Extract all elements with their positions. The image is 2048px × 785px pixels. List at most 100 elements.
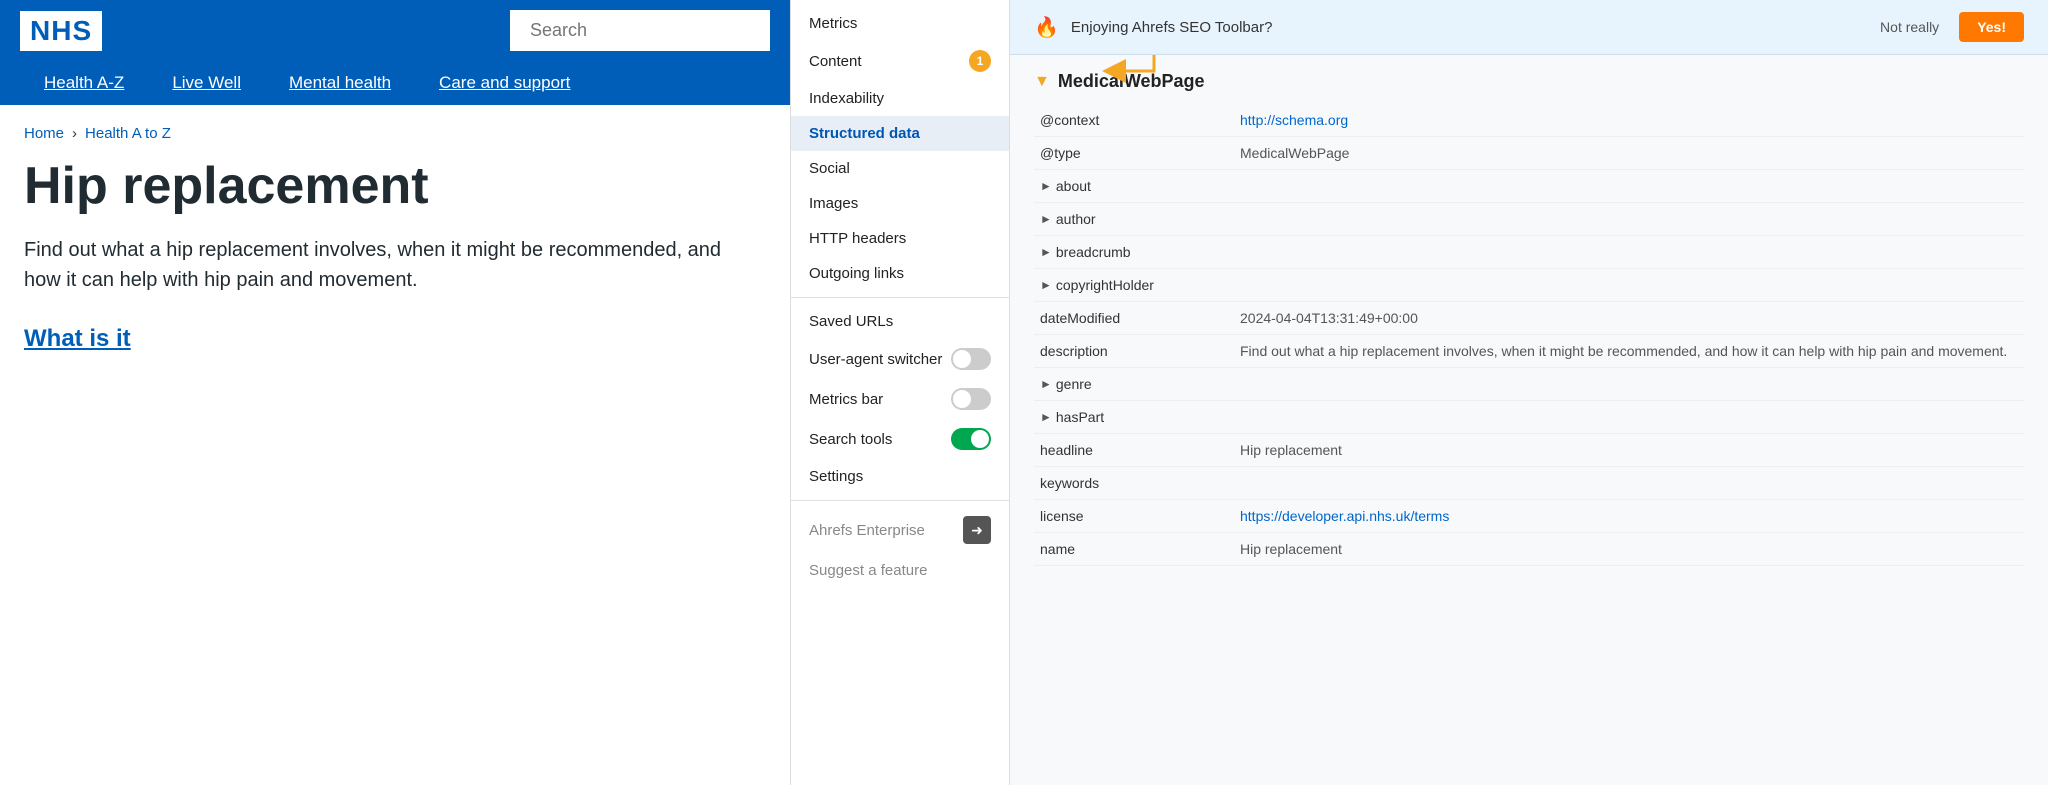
schema-value-genre	[1234, 368, 2024, 401]
copyright-expand-arrow[interactable]: ►	[1040, 278, 1052, 292]
schema-key-genre: ► genre	[1034, 368, 1234, 401]
search-tools-toggle[interactable]	[951, 428, 991, 450]
schema-value-haspart	[1234, 401, 2024, 434]
user-agent-label: User-agent switcher	[809, 351, 942, 368]
metrics-bar-label: Metrics bar	[809, 391, 883, 408]
what-is-it-link[interactable]: What is it	[24, 325, 131, 352]
menu-user-agent-switcher[interactable]: User-agent switcher	[791, 339, 1009, 379]
enterprise-icon: ➜	[963, 516, 991, 544]
schema-row-genre: ► genre	[1034, 368, 2024, 401]
schema-key-description: description	[1034, 335, 1234, 368]
menu-saved-urls[interactable]: Saved URLs	[791, 304, 1009, 339]
breadcrumb-separator: ›	[72, 125, 77, 142]
about-expand-arrow[interactable]: ►	[1040, 179, 1052, 193]
author-expand-arrow[interactable]: ►	[1040, 212, 1052, 226]
menu-label-outgoing-links: Outgoing links	[809, 265, 904, 282]
schema-row-haspart: ► hasPart	[1034, 401, 2024, 434]
menu-item-indexability[interactable]: Indexability	[791, 81, 1009, 116]
menu-enterprise[interactable]: Ahrefs Enterprise ➜	[791, 507, 1009, 553]
haspart-expand-arrow[interactable]: ►	[1040, 410, 1052, 424]
schema-row-name: name Hip replacement	[1034, 533, 2024, 566]
nhs-header: NHS	[0, 0, 790, 61]
menu-divider-2	[791, 500, 1009, 501]
author-key-label: author	[1056, 211, 1096, 227]
menu-suggest[interactable]: Suggest a feature	[791, 553, 1009, 588]
copyright-key-label: copyrightHolder	[1056, 277, 1154, 293]
schema-collapse-arrow[interactable]: ▼	[1034, 73, 1050, 91]
schema-key-haspart: ► hasPart	[1034, 401, 1234, 434]
enterprise-label: Ahrefs Enterprise	[809, 522, 925, 539]
genre-expand-arrow[interactable]: ►	[1040, 377, 1052, 391]
breadcrumb-expand-arrow[interactable]: ►	[1040, 245, 1052, 259]
nhs-panel: NHS Health A-Z Live Well Mental health C…	[0, 0, 790, 785]
search-tools-label: Search tools	[809, 431, 892, 448]
schema-key-author: ► author	[1034, 203, 1234, 236]
schema-row-license: license https://developer.api.nhs.uk/ter…	[1034, 500, 2024, 533]
schema-row-copyright: ► copyrightHolder	[1034, 269, 2024, 302]
nav-mental-health[interactable]: Mental health	[265, 61, 415, 105]
search-input[interactable]	[510, 10, 770, 51]
schema-row-description: description Find out what a hip replacem…	[1034, 335, 2024, 368]
menu-item-images[interactable]: Images	[791, 186, 1009, 221]
menu-label-social: Social	[809, 160, 850, 177]
haspart-key-label: hasPart	[1056, 409, 1104, 425]
nhs-nav: Health A-Z Live Well Mental health Care …	[0, 61, 790, 105]
banner-yes-button[interactable]: Yes!	[1959, 12, 2024, 42]
banner-text: Enjoying Ahrefs SEO Toolbar?	[1071, 19, 1868, 36]
nav-health-az[interactable]: Health A-Z	[20, 61, 148, 105]
schema-value-copyright	[1234, 269, 2024, 302]
banner-no-button[interactable]: Not really	[1880, 19, 1939, 35]
schema-value-name: Hip replacement	[1234, 533, 2024, 566]
nhs-content: Home › Health A to Z Hip replacement Fin…	[0, 105, 790, 785]
schema-header-container: ▼ MedicalWebPage	[1034, 71, 2024, 92]
banner-emoji: 🔥	[1034, 15, 1059, 40]
toolbar-banner: 🔥 Enjoying Ahrefs SEO Toolbar? Not reall…	[1010, 0, 2048, 55]
schema-key-license: license	[1034, 500, 1234, 533]
schema-value-headline: Hip replacement	[1234, 434, 2024, 467]
menu-divider-1	[791, 297, 1009, 298]
menu-item-http-headers[interactable]: HTTP headers	[791, 221, 1009, 256]
menu-label-images: Images	[809, 195, 858, 212]
schema-row-headline: headline Hip replacement	[1034, 434, 2024, 467]
schema-key-name: name	[1034, 533, 1234, 566]
menu-search-tools[interactable]: Search tools	[791, 419, 1009, 459]
schema-value-description: Find out what a hip replacement involves…	[1234, 335, 2024, 368]
schema-value-about	[1234, 170, 2024, 203]
schema-key-datemodified: dateModified	[1034, 302, 1234, 335]
page-title: Hip replacement	[24, 158, 766, 215]
schema-row-type: @type MedicalWebPage	[1034, 137, 2024, 170]
schema-fields-table: @context http://schema.org @type Medical…	[1034, 104, 2024, 566]
schema-key-about: ► about	[1034, 170, 1234, 203]
schema-key-headline: headline	[1034, 434, 1234, 467]
user-agent-toggle[interactable]	[951, 348, 991, 370]
schema-value-breadcrumb	[1234, 236, 2024, 269]
menu-metrics-bar[interactable]: Metrics bar	[791, 379, 1009, 419]
genre-key-label: genre	[1056, 376, 1092, 392]
menu-label-content: Content	[809, 53, 862, 70]
breadcrumb-key-label: breadcrumb	[1056, 244, 1131, 260]
settings-label: Settings	[809, 468, 863, 485]
schema-key-context: @context	[1034, 104, 1234, 137]
metrics-bar-toggle[interactable]	[951, 388, 991, 410]
schema-value-license: https://developer.api.nhs.uk/terms	[1234, 500, 2024, 533]
structured-panel: 🔥 Enjoying Ahrefs SEO Toolbar? Not reall…	[1010, 0, 2048, 785]
saved-urls-label: Saved URLs	[809, 313, 893, 330]
about-key-label: about	[1056, 178, 1091, 194]
schema-value-datemodified: 2024-04-04T13:31:49+00:00	[1234, 302, 2024, 335]
menu-item-social[interactable]: Social	[791, 151, 1009, 186]
nav-care-support[interactable]: Care and support	[415, 61, 594, 105]
menu-item-content[interactable]: Content 1	[791, 41, 1009, 81]
menu-item-structured-data[interactable]: Structured data	[791, 116, 1009, 151]
schema-type-header: ▼ MedicalWebPage	[1034, 71, 2024, 92]
menu-item-metrics[interactable]: Metrics	[791, 6, 1009, 41]
ahrefs-menu: Metrics Content 1 Indexability Structure…	[790, 0, 1010, 785]
breadcrumb-current[interactable]: Health A to Z	[85, 125, 171, 142]
schema-row-author: ► author	[1034, 203, 2024, 236]
nav-live-well[interactable]: Live Well	[148, 61, 265, 105]
content-badge: 1	[969, 50, 991, 72]
menu-item-outgoing-links[interactable]: Outgoing links	[791, 256, 1009, 291]
schema-type-name: MedicalWebPage	[1058, 71, 1205, 92]
schema-value-author	[1234, 203, 2024, 236]
menu-item-settings[interactable]: Settings	[791, 459, 1009, 494]
breadcrumb-home[interactable]: Home	[24, 125, 64, 142]
